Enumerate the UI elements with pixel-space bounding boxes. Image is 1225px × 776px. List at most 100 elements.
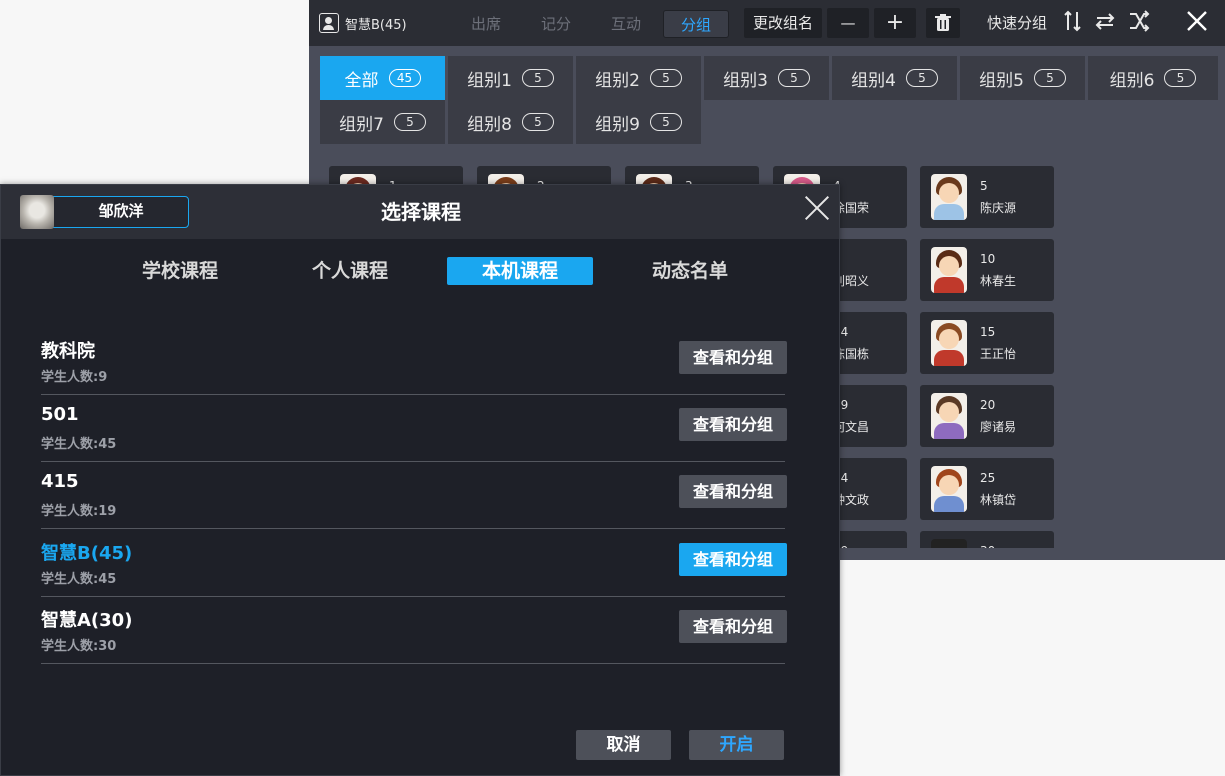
tab-local-courses[interactable]: 本机课程 xyxy=(447,257,593,285)
student-number: 10 xyxy=(980,252,996,266)
tab-personal-courses[interactable]: 个人课程 xyxy=(277,257,423,285)
course-student-count: 学生人数:9 xyxy=(41,370,108,385)
delete-button[interactable] xyxy=(926,8,960,38)
course-row[interactable]: 智慧A(30) 学生人数:30 查看和分组 xyxy=(41,597,787,664)
shuffle-icon[interactable] xyxy=(1127,10,1151,36)
sort-icon[interactable] xyxy=(1061,10,1085,36)
view-and-group-button[interactable]: 查看和分组 xyxy=(679,408,787,441)
view-and-group-button[interactable]: 查看和分组 xyxy=(679,475,787,508)
course-title: 智慧B(45) xyxy=(319,12,407,34)
tab-group[interactable]: 分组 xyxy=(663,10,729,38)
repeat-icon xyxy=(1095,13,1115,30)
student-number: 30 xyxy=(980,544,995,548)
group-tab-7[interactable]: 组别7 5 xyxy=(320,100,445,144)
group-label: 组别4 xyxy=(851,70,896,91)
group-tab-2[interactable]: 组别2 5 xyxy=(576,56,701,100)
student-name: 陈庆源 xyxy=(980,201,1017,215)
dialog-header: 邹欣洋 选择课程 xyxy=(1,185,839,239)
group-label: 组别5 xyxy=(979,70,1024,91)
course-row[interactable]: 教科院 学生人数:9 查看和分组 xyxy=(41,328,787,395)
student-name: 林镇岱 xyxy=(980,493,1017,507)
student-card[interactable]: 25 林镇岱 xyxy=(920,458,1054,520)
student-name: 廖诸易 xyxy=(980,420,1017,434)
group-tab-6[interactable]: 组别6 5 xyxy=(1088,56,1218,100)
contact-icon xyxy=(319,13,339,33)
tab-score[interactable]: 记分 xyxy=(529,10,583,38)
student-number: 15 xyxy=(980,325,996,339)
avatar xyxy=(20,195,54,229)
view-and-group-button[interactable]: 查看和分组 xyxy=(679,543,787,576)
view-and-group-button[interactable]: 查看和分组 xyxy=(679,610,787,643)
student-avatar xyxy=(931,247,967,293)
group-count-badge: 5 xyxy=(649,69,682,87)
trash-icon xyxy=(935,14,951,31)
group-label: 组别2 xyxy=(595,70,640,91)
student-card[interactable]: 5 陈庆源 xyxy=(920,166,1054,228)
student-avatar xyxy=(931,466,967,512)
course-row[interactable]: 415 学生人数:19 查看和分组 xyxy=(41,462,787,529)
cancel-button[interactable]: 取消 xyxy=(576,730,671,760)
group-count-badge: 45 xyxy=(388,69,421,87)
group-tab-8[interactable]: 组别8 5 xyxy=(448,100,573,144)
user-badge[interactable]: 邹欣洋 xyxy=(20,195,189,229)
course-student-count: 学生人数:45 xyxy=(41,572,117,587)
student-card[interactable]: 10 林春生 xyxy=(920,239,1054,301)
course-student-count: 学生人数:30 xyxy=(41,639,117,654)
course-row-selected[interactable]: 智慧B(45) 学生人数:45 查看和分组 xyxy=(41,530,787,597)
dialog-title: 选择课程 xyxy=(381,200,461,224)
group-tab-all[interactable]: 全部 45 xyxy=(320,56,445,100)
student-number: 5 xyxy=(980,179,988,193)
course-student-count: 学生人数:45 xyxy=(41,437,117,452)
group-tab-1[interactable]: 组别1 5 xyxy=(448,56,573,100)
user-name: 邹欣洋 xyxy=(98,202,144,220)
student-card[interactable]: 15 王正怡 xyxy=(920,312,1054,374)
student-number: 20 xyxy=(980,398,996,412)
tab-attendance[interactable]: 出席 xyxy=(459,10,513,38)
student-name: 王正怡 xyxy=(980,347,1017,361)
group-tab-9[interactable]: 组别9 5 xyxy=(576,100,701,144)
group-count-badge: 5 xyxy=(1033,69,1066,87)
course-name: 教科院 xyxy=(41,341,95,362)
student-card[interactable]: 20 廖诸易 xyxy=(920,385,1054,447)
window-close-icon[interactable] xyxy=(1185,10,1209,36)
group-label: 全部 xyxy=(344,70,379,91)
group-count-badge: 5 xyxy=(393,113,426,131)
group-count-badge: 5 xyxy=(905,69,938,87)
group-window-titlebar: 智慧B(45) 出席 记分 互动 分组 更改组名 — + 快速分组 xyxy=(309,0,1225,46)
student-card[interactable]: 30 xyxy=(920,531,1054,548)
course-student-count: 学生人数:19 xyxy=(41,504,117,519)
rename-group-button[interactable]: 更改组名 xyxy=(744,8,822,38)
group-label: 组别9 xyxy=(595,114,640,135)
group-tab-5[interactable]: 组别5 5 xyxy=(960,56,1085,100)
quick-group-label: 快速分组 xyxy=(987,14,1048,32)
select-course-dialog: 邹欣洋 选择课程 学校课程 个人课程 本机课程 动态名单 教科院 学生人数:9 … xyxy=(0,184,840,776)
course-name: 智慧B(45) xyxy=(41,543,133,564)
student-avatar xyxy=(931,393,967,439)
course-row[interactable]: 501 学生人数:45 查看和分组 xyxy=(41,395,787,462)
student-name: 林春生 xyxy=(980,274,1017,288)
tab-school-courses[interactable]: 学校课程 xyxy=(107,257,253,285)
course-name: 415 xyxy=(41,471,79,492)
group-tab-4[interactable]: 组别4 5 xyxy=(832,56,957,100)
close-icon[interactable] xyxy=(803,194,831,222)
group-label: 组别8 xyxy=(467,114,512,135)
sort-arrows-icon xyxy=(1064,10,1081,32)
tab-dynamic-roster[interactable]: 动态名单 xyxy=(617,257,763,285)
close-x-icon xyxy=(1187,11,1207,31)
tab-interact[interactable]: 互动 xyxy=(599,10,653,38)
student-avatar xyxy=(931,539,967,548)
start-button[interactable]: 开启 xyxy=(689,730,784,760)
add-group-button[interactable]: + xyxy=(874,8,916,38)
group-label: 组别6 xyxy=(1109,70,1155,91)
group-tab-3[interactable]: 组别3 5 xyxy=(704,56,829,100)
group-count-badge: 5 xyxy=(521,69,554,87)
remove-group-button[interactable]: — xyxy=(827,8,869,38)
group-label: 组别7 xyxy=(339,114,384,135)
loop-icon[interactable] xyxy=(1093,10,1117,36)
group-count-badge: 5 xyxy=(521,113,554,131)
group-count-badge: 5 xyxy=(777,69,810,87)
view-and-group-button[interactable]: 查看和分组 xyxy=(679,341,787,374)
random-icon xyxy=(1130,10,1150,32)
group-label: 组别1 xyxy=(467,70,512,91)
student-avatar xyxy=(931,174,967,220)
